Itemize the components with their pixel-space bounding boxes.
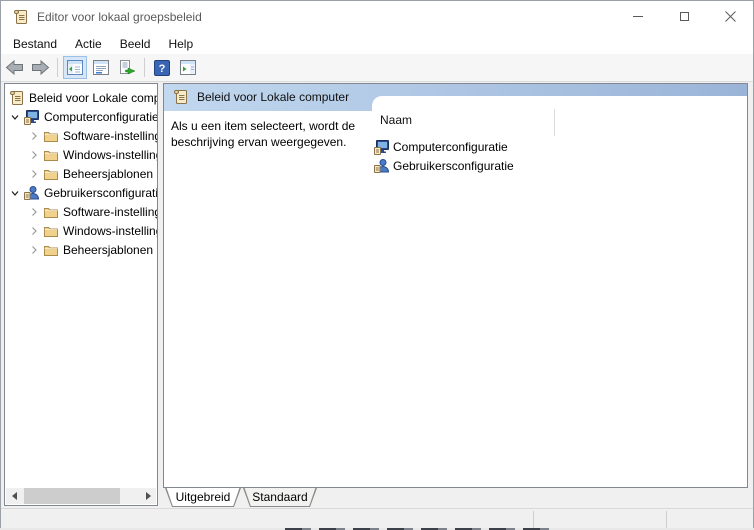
console-tree-panel: Beleid voor Lokale computer — [4, 83, 158, 506]
menu-bestand[interactable]: Bestand — [4, 35, 66, 53]
folder-icon — [43, 166, 59, 182]
chevron-right-icon[interactable] — [28, 244, 40, 256]
scroll-right-arrow[interactable] — [140, 488, 156, 504]
toolbar-separator — [57, 58, 58, 77]
results-pane: Beleid voor Lokale computer Als u een it… — [163, 83, 748, 488]
back-button[interactable] — [2, 56, 26, 79]
tab-standaard[interactable]: Standaard — [243, 488, 317, 507]
chevron-down-icon[interactable] — [9, 187, 21, 199]
close-button[interactable] — [707, 1, 753, 32]
show-action-pane-icon — [180, 60, 196, 75]
titlebar[interactable]: Editor voor lokaal groepsbeleid — [1, 1, 753, 33]
scroll-left-arrow[interactable] — [6, 488, 22, 504]
toolbar-separator — [144, 58, 145, 77]
properties-button[interactable] — [89, 56, 113, 79]
gpo-scroll-icon — [13, 9, 29, 25]
screen: Editor voor lokaal groepsbeleid Bestand … — [0, 0, 754, 530]
menu-help[interactable]: Help — [159, 35, 202, 53]
tree-item-software-instellingen[interactable]: Software-instellingen — [5, 126, 157, 145]
help-button[interactable]: ? — [150, 56, 174, 79]
list-item-gebruikersconfiguratie[interactable]: Gebruikersconfiguratie — [374, 157, 514, 174]
tree-item-label: Software-instellingen — [63, 128, 157, 143]
tree-item-label: Windows-instellingen — [63, 147, 157, 162]
forward-arrow-icon — [31, 60, 49, 75]
folder-icon — [43, 147, 59, 163]
export-list-button[interactable] — [115, 56, 139, 79]
tree-item-software-instellingen[interactable]: Software-instellingen — [5, 202, 157, 221]
computer-config-icon — [24, 109, 40, 125]
results-banner-title: Beleid voor Lokale computer — [197, 90, 350, 104]
column-separator[interactable] — [554, 109, 555, 136]
show-console-tree-button[interactable] — [63, 56, 87, 79]
tree-item-beheersjablonen[interactable]: Beheersjablonen — [5, 240, 157, 259]
tree-item-beheersjablonen[interactable]: Beheersjablonen — [5, 164, 157, 183]
gpo-scroll-icon — [9, 90, 25, 106]
folder-icon — [43, 223, 59, 239]
window-title: Editor voor lokaal groepsbeleid — [37, 10, 202, 24]
chevron-down-icon[interactable] — [9, 111, 21, 123]
show-console-tree-icon — [67, 60, 83, 75]
toolbar: ? — [1, 54, 753, 82]
back-arrow-icon — [5, 60, 23, 75]
gpo-scroll-icon — [173, 89, 189, 105]
computer-config-icon — [374, 139, 390, 155]
user-config-icon — [24, 185, 40, 201]
tree-item-label: Beheersjablonen — [63, 166, 154, 181]
folder-icon — [43, 128, 59, 144]
tree-item-windows-instellingen[interactable]: Windows-instellingen — [5, 221, 157, 240]
folder-icon — [43, 204, 59, 220]
maximize-button[interactable] — [661, 1, 707, 32]
tree-horizontal-scrollbar[interactable] — [6, 488, 156, 504]
tree-item-label: Gebruikersconfiguratie — [44, 185, 158, 200]
list-item-computerconfiguratie[interactable]: Computerconfiguratie — [374, 138, 508, 155]
tree-item-label: Beheersjablonen — [63, 242, 154, 257]
selection-description: Als u een item selecteert, wordt de besc… — [171, 119, 356, 149]
chevron-right-icon[interactable] — [28, 206, 40, 218]
chevron-right-icon[interactable] — [28, 168, 40, 180]
tab-uitgebreid[interactable]: Uitgebreid — [165, 488, 241, 507]
export-list-icon — [119, 60, 136, 75]
tree-item-root[interactable]: Beleid voor Lokale computer — [5, 88, 158, 107]
minimize-button[interactable] — [615, 1, 661, 32]
chevron-right-icon[interactable] — [28, 225, 40, 237]
statusbar-separator — [533, 511, 534, 528]
menu-actie[interactable]: Actie — [66, 35, 111, 53]
menubar: Bestand Actie Beeld Help — [1, 33, 753, 54]
list-item-label: Computerconfiguratie — [393, 139, 508, 154]
user-config-icon — [374, 158, 390, 174]
chevron-right-icon[interactable] — [28, 149, 40, 161]
tree-item-computerconfiguratie[interactable]: Computerconfiguratie — [5, 107, 158, 126]
tree-item-gebruikersconfiguratie[interactable]: Gebruikersconfiguratie — [5, 183, 158, 202]
tree-item-label: Windows-instellingen — [63, 223, 157, 238]
chevron-right-icon[interactable] — [28, 130, 40, 142]
maximize-icon — [679, 12, 689, 21]
folder-icon — [43, 242, 59, 258]
scrollbar-thumb[interactable] — [24, 488, 120, 504]
tab-label: Uitgebreid — [165, 488, 241, 506]
tree-item-label: Beleid voor Lokale computer — [29, 90, 158, 105]
tree-item-label: Software-instellingen — [63, 204, 157, 219]
main-area: Beleid voor Lokale computer — [1, 82, 753, 508]
gpedit-window: Editor voor lokaal groepsbeleid Bestand … — [0, 0, 754, 528]
show-action-pane-button[interactable] — [176, 56, 200, 79]
svg-text:?: ? — [159, 63, 166, 75]
forward-button[interactable] — [28, 56, 52, 79]
view-tabbar: Uitgebreid Standaard — [163, 488, 748, 508]
tab-label: Standaard — [243, 488, 317, 506]
minimize-icon — [633, 16, 643, 17]
column-header-naam[interactable]: Naam — [380, 113, 412, 127]
properties-icon — [93, 60, 109, 75]
statusbar-separator — [666, 511, 667, 528]
statusbar — [1, 508, 753, 528]
help-icon: ? — [154, 59, 170, 76]
close-icon — [724, 11, 736, 22]
list-item-label: Gebruikersconfiguratie — [393, 158, 514, 173]
menu-beeld[interactable]: Beeld — [111, 35, 160, 53]
tree-item-label: Computerconfiguratie — [44, 109, 158, 124]
tree-item-windows-instellingen[interactable]: Windows-instellingen — [5, 145, 157, 164]
